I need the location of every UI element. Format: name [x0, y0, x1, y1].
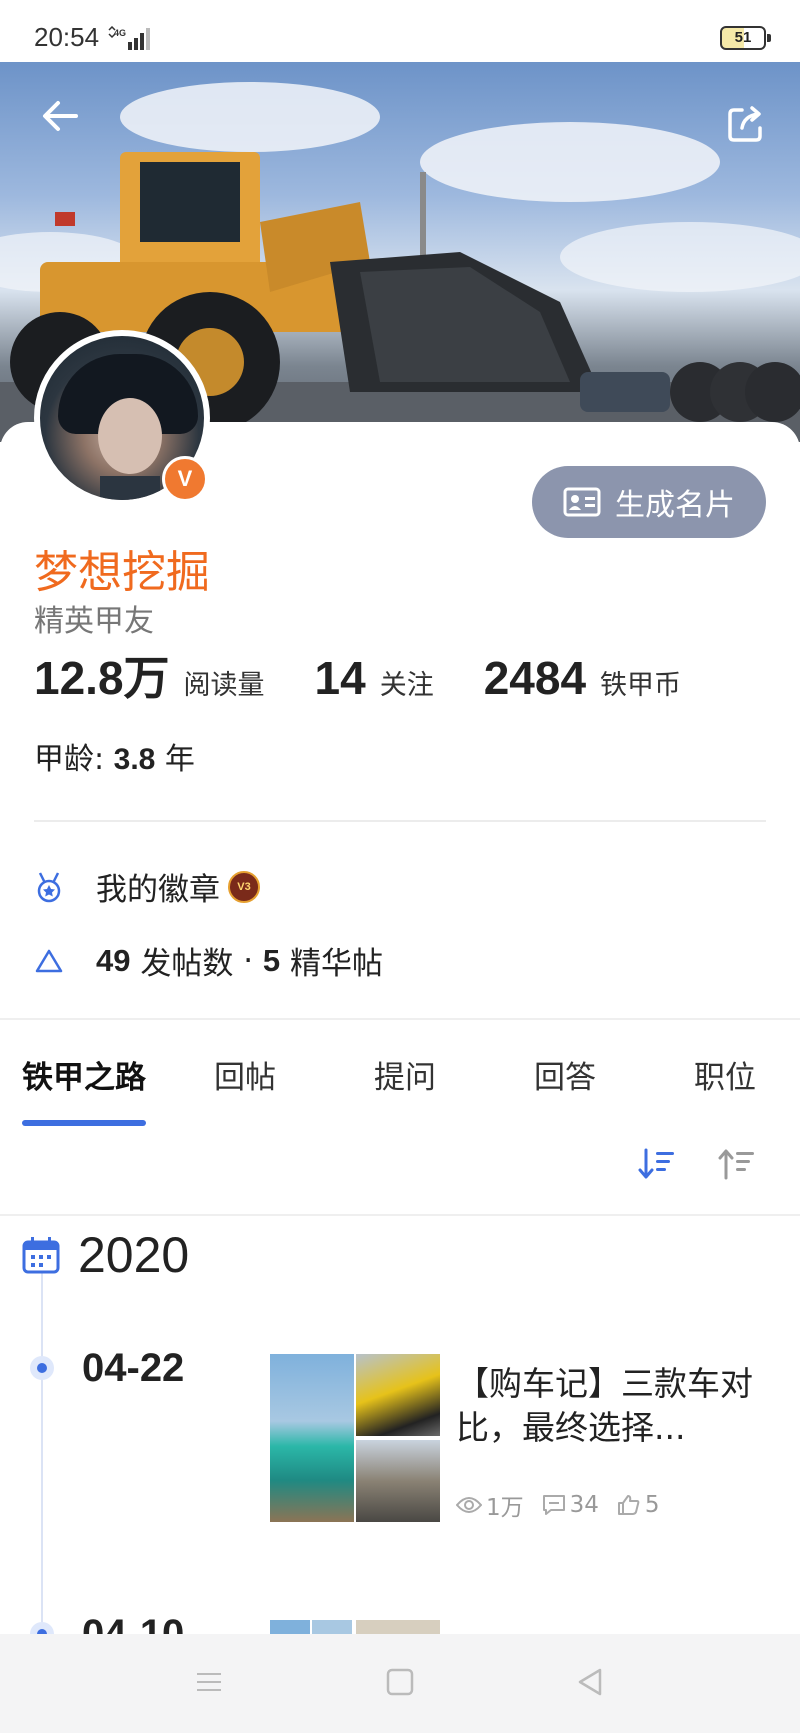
comment-icon: [542, 1495, 565, 1515]
thumbnail-image: [270, 1354, 354, 1522]
stat-label: 铁甲币: [600, 670, 682, 701]
section-divider: [0, 1018, 800, 1020]
user-level: 精英甲友: [34, 604, 154, 639]
status-bar: 20:54 4G 51: [0, 0, 800, 62]
timeline-year: 2020: [22, 1226, 189, 1284]
tab-answers[interactable]: 回答: [534, 1052, 596, 1097]
verified-badge-text: V: [177, 466, 193, 491]
v3-badge-text: V3: [237, 880, 251, 893]
stat-reads: 12.8万 阅读量: [34, 642, 265, 708]
posts-summary-row[interactable]: 49 发帖数 · 5 精华帖: [34, 938, 383, 983]
status-time: 20:54: [34, 22, 100, 52]
year-label: 2020: [78, 1227, 190, 1283]
stat-label: 关注: [379, 670, 434, 701]
username: 梦想挖掘: [34, 547, 210, 598]
separator-dot: ·: [243, 942, 254, 979]
generate-card-label: 生成名片: [615, 488, 735, 523]
likes-count: 5: [644, 1492, 660, 1518]
stat-value: 2484: [483, 652, 587, 704]
eye-icon: [456, 1497, 482, 1513]
stat-following[interactable]: 14 关注: [315, 651, 434, 705]
age-label: 甲龄:: [34, 742, 105, 777]
sort-descending-icon[interactable]: [638, 1146, 676, 1182]
comments-stat: 34: [542, 1492, 599, 1518]
thumbnail-image: [356, 1354, 440, 1436]
network-type: 4G: [114, 28, 126, 38]
stat-value: 14: [314, 652, 366, 704]
my-badges-label: 我的徽章: [96, 872, 220, 908]
home-icon[interactable]: [384, 1666, 416, 1698]
active-tab-indicator: [22, 1120, 146, 1126]
age-unit: 年: [164, 742, 195, 777]
entry-date: 04-10: [82, 1612, 185, 1634]
battery-icon: 51: [720, 26, 771, 50]
share-icon[interactable]: [726, 104, 766, 144]
entry-date: 04-22: [82, 1346, 185, 1390]
divider: [34, 820, 766, 822]
generate-card-button[interactable]: 生成名片: [532, 466, 766, 538]
likes-stat: 5: [617, 1492, 660, 1518]
stats-row: 12.8万 阅读量 14 关注 2484 铁甲币: [34, 642, 731, 708]
post-thumbnails[interactable]: [270, 1354, 440, 1522]
timeline-dot: [30, 1356, 54, 1380]
stat-coins[interactable]: 2484 铁甲币: [484, 651, 681, 705]
post-title[interactable]: 【购车记】三款车对比，最终选择...: [456, 1362, 756, 1450]
menu-icon[interactable]: [193, 1666, 225, 1698]
triangle-icon: [35, 949, 63, 972]
divider: [0, 1214, 800, 1216]
featured-count: 5: [262, 942, 281, 978]
views-stat: 1万: [456, 1488, 524, 1522]
sort-ascending-icon[interactable]: [718, 1146, 756, 1182]
thumbs-up-icon: [617, 1495, 640, 1515]
calendar-icon: [22, 1237, 60, 1274]
stat-label: 阅读量: [183, 670, 265, 701]
back-nav-icon[interactable]: [574, 1666, 606, 1698]
tab-questions[interactable]: 提问: [374, 1052, 436, 1097]
id-card-icon: [563, 487, 601, 517]
sort-controls: [0, 1146, 800, 1196]
post-meta: 1万 34 5: [456, 1488, 678, 1522]
views-count: 1万: [486, 1495, 524, 1521]
v3-badge-icon: V3: [228, 870, 260, 903]
post-count: 49: [96, 942, 131, 978]
timeline-line: [41, 1270, 43, 1650]
tab-jobs[interactable]: 职位: [694, 1052, 756, 1097]
tab-replies[interactable]: 回帖: [214, 1052, 276, 1097]
comments-count: 34: [569, 1492, 599, 1518]
stat-value: 12.8万: [34, 652, 170, 704]
post-thumbnails[interactable]: [270, 1620, 440, 1634]
back-arrow-icon[interactable]: [38, 94, 82, 138]
signal-icon: 4G: [108, 26, 150, 50]
featured-label: 精华帖: [290, 946, 384, 982]
profile-tabs: 铁甲之路 回帖 提问 回答 职位: [0, 1030, 800, 1126]
my-badges-row[interactable]: 我的徽章 V3: [34, 864, 260, 909]
system-nav-bar: [0, 1634, 800, 1733]
medal-icon: [37, 871, 61, 902]
thumbnail-image: [356, 1440, 440, 1522]
tab-road[interactable]: 铁甲之路: [22, 1052, 146, 1097]
membership-age: 甲龄: 3.8 年: [34, 734, 195, 778]
verified-badge-icon: V: [162, 456, 208, 502]
age-value: 3.8: [113, 743, 156, 776]
post-count-label: 发帖数: [140, 946, 234, 982]
